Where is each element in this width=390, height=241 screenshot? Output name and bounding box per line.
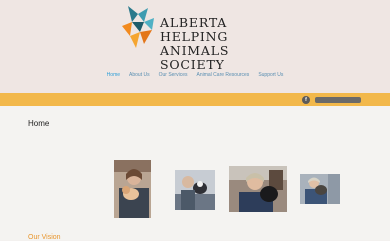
- nav-item-home[interactable]: Home: [107, 72, 120, 82]
- facebook-icon[interactable]: f: [302, 96, 310, 104]
- search-input[interactable]: [315, 97, 361, 103]
- nav-item-our-services[interactable]: Our Services: [159, 72, 188, 82]
- page-title: Home: [28, 119, 50, 128]
- photo-woman-with-cat: [114, 160, 151, 218]
- site-title-line2: Animals Society: [160, 43, 230, 72]
- nav-item-about-us[interactable]: About Us: [129, 72, 150, 82]
- site-title-line1: Alberta Helping: [160, 15, 229, 44]
- nav-item-support-us[interactable]: Support Us: [258, 72, 283, 82]
- photo-woman-hugging-dog: [229, 166, 287, 212]
- main-nav: Home About Us Our Services Animal Care R…: [0, 72, 390, 82]
- origami-bird-logo[interactable]: [118, 4, 158, 54]
- nav-item-animal-care-resources[interactable]: Animal Care Resources: [197, 72, 250, 82]
- site-title[interactable]: Alberta Helping Animals Society: [160, 16, 290, 72]
- photo-woman-with-small-dog: [300, 174, 340, 204]
- photo-person-with-dog: [175, 170, 215, 210]
